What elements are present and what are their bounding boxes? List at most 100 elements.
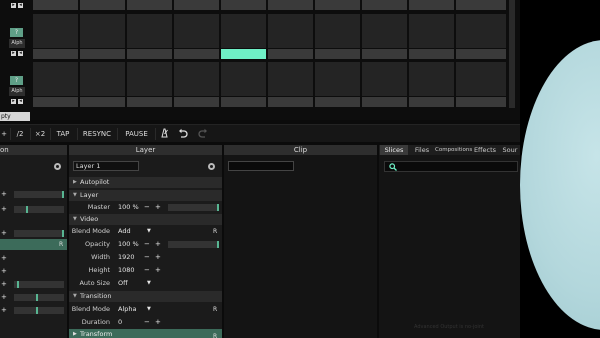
clip-slot[interactable] <box>33 97 78 107</box>
clip-thumbnail[interactable] <box>174 62 219 96</box>
minus-icon[interactable]: − <box>144 251 150 263</box>
layer-activate-button[interactable]: ? <box>10 28 23 37</box>
layer-activate-button[interactable]: ? <box>10 76 23 85</box>
opacity-value[interactable]: 100 % <box>118 238 139 250</box>
opacity-slider[interactable] <box>168 241 219 248</box>
clip-thumbnail[interactable] <box>409 14 454 48</box>
plus-icon[interactable]: + <box>1 203 7 215</box>
clip-slot[interactable] <box>268 97 313 107</box>
double-tempo-button[interactable]: ×2 <box>32 128 48 140</box>
plus-icon[interactable]: + <box>1 278 7 290</box>
transition-section[interactable]: ▼ Transition <box>69 291 222 302</box>
param-slider[interactable] <box>14 281 64 288</box>
clip-slot[interactable] <box>362 49 407 59</box>
tap-button[interactable]: TAP <box>52 128 74 140</box>
bypass-icon[interactable]: ◂ <box>18 3 23 8</box>
bypass-icon[interactable]: ◂ <box>18 99 23 104</box>
solo-icon[interactable]: ▸ <box>11 3 16 8</box>
clip-slot[interactable] <box>127 49 172 59</box>
clip-slot[interactable] <box>174 97 219 107</box>
clip-slot[interactable] <box>362 97 407 107</box>
clip-slot[interactable] <box>174 49 219 59</box>
clip-slot[interactable] <box>33 0 78 10</box>
clip-slot[interactable] <box>221 0 266 10</box>
minus-icon[interactable]: − <box>144 264 150 276</box>
clip-thumbnail[interactable] <box>456 62 506 96</box>
master-value[interactable]: 100 % <box>118 201 139 213</box>
clip-thumbnail[interactable] <box>315 62 360 96</box>
clip-thumbnail[interactable] <box>80 62 125 96</box>
search-input[interactable] <box>384 161 518 172</box>
grid-scrollbar[interactable] <box>509 0 515 108</box>
clip-slot[interactable] <box>80 97 125 107</box>
clip-slot[interactable] <box>268 0 313 10</box>
transform-section[interactable]: ▶ Transform R <box>69 329 222 338</box>
clip-thumbnail[interactable] <box>268 62 313 96</box>
clip-thumbnail[interactable] <box>362 14 407 48</box>
transition-blend-dropdown[interactable]: Alpha <box>118 303 136 315</box>
chevron-down-icon[interactable]: ▼ <box>147 225 151 237</box>
clip-slot[interactable] <box>362 0 407 10</box>
reset-icon[interactable]: R <box>213 331 217 338</box>
minus-icon[interactable]: − <box>144 238 150 250</box>
clip-slot[interactable] <box>80 0 125 10</box>
autopilot-section[interactable]: ▶ Autopilot <box>69 177 222 188</box>
plus-icon[interactable]: + <box>1 265 7 277</box>
reset-icon[interactable]: R <box>213 228 217 235</box>
clip-slot[interactable] <box>409 97 454 107</box>
clip-thumbnail[interactable] <box>127 62 172 96</box>
clip-slot[interactable] <box>456 0 506 10</box>
gear-icon[interactable] <box>54 163 61 170</box>
width-value[interactable]: 1920 <box>118 251 135 263</box>
plus-icon[interactable]: + <box>1 291 7 303</box>
tab-slices[interactable]: Slices <box>380 145 408 155</box>
tempo-nudge-button[interactable]: + <box>0 128 8 140</box>
tab-effects[interactable]: Effects <box>472 145 498 155</box>
clip-slot[interactable] <box>409 49 454 59</box>
clip-slot[interactable] <box>127 97 172 107</box>
minus-icon[interactable]: − <box>144 316 150 328</box>
clip-thumbnail[interactable] <box>221 62 266 96</box>
clip-slot[interactable] <box>456 97 506 107</box>
clip-slot[interactable] <box>409 0 454 10</box>
clip-thumbnail[interactable] <box>456 14 506 48</box>
selected-row[interactable] <box>0 239 67 250</box>
minus-icon[interactable]: − <box>144 201 150 213</box>
reset-icon[interactable]: R <box>59 241 63 248</box>
video-section[interactable]: ▼ Video <box>69 214 222 225</box>
clip-slot[interactable] <box>456 49 506 59</box>
tab-sources[interactable]: Sour <box>500 145 520 155</box>
clip-slot[interactable] <box>221 97 266 107</box>
clip-slot[interactable] <box>127 0 172 10</box>
plus-icon[interactable]: + <box>155 264 161 276</box>
clip-thumbnail[interactable] <box>268 14 313 48</box>
resync-button[interactable]: RESYNC <box>80 128 114 140</box>
clip-thumbnail[interactable] <box>315 14 360 48</box>
plus-icon[interactable]: + <box>1 227 7 239</box>
chevron-down-icon[interactable]: ▼ <box>147 303 151 315</box>
tab-files[interactable]: Files <box>410 145 434 155</box>
clip-thumbnail[interactable] <box>362 62 407 96</box>
clip-thumbnail[interactable] <box>80 14 125 48</box>
clip-slot[interactable] <box>174 0 219 10</box>
undo-icon[interactable] <box>177 128 189 140</box>
clip-thumbnail[interactable] <box>221 14 266 48</box>
clip-thumbnail[interactable] <box>33 62 78 96</box>
master-slider[interactable] <box>168 204 219 211</box>
solo-icon[interactable]: ▸ <box>11 99 16 104</box>
gear-icon[interactable] <box>208 163 215 170</box>
blend-mode-dropdown[interactable]: Add <box>118 225 131 237</box>
chevron-down-icon[interactable]: ▼ <box>147 277 151 289</box>
plus-icon[interactable]: + <box>1 252 7 264</box>
clip-slot[interactable] <box>315 49 360 59</box>
clip-thumbnail[interactable] <box>33 14 78 48</box>
clip-slot[interactable] <box>315 0 360 10</box>
solo-icon[interactable]: ▸ <box>11 51 16 56</box>
bypass-icon[interactable]: ◂ <box>18 51 23 56</box>
auto-size-dropdown[interactable]: Off <box>118 277 128 289</box>
param-slider[interactable] <box>14 230 64 237</box>
halve-tempo-button[interactable]: /2 <box>12 128 28 140</box>
layer-name-input[interactable] <box>73 161 139 171</box>
clip-slot[interactable] <box>33 49 78 59</box>
plus-icon[interactable]: + <box>155 238 161 250</box>
